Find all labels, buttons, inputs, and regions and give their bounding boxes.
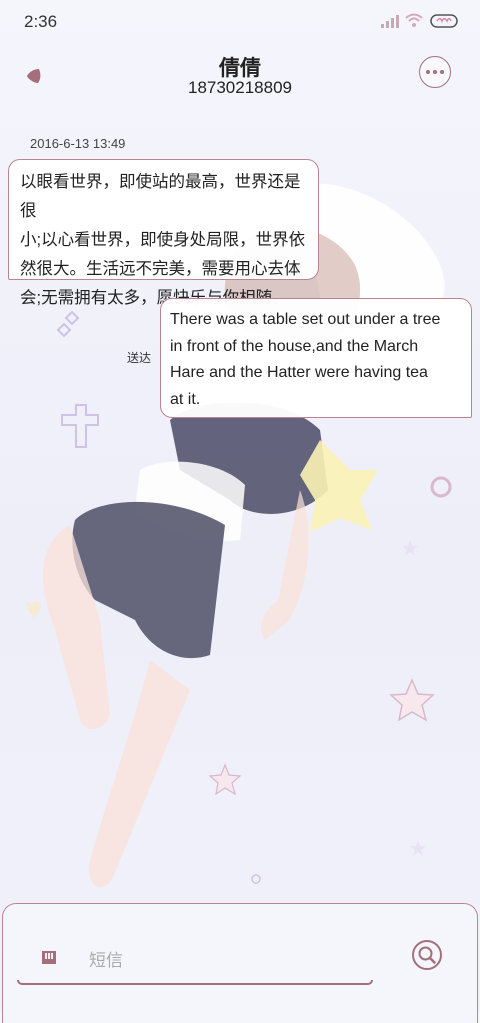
send-icon[interactable] xyxy=(411,939,443,971)
background-illustration xyxy=(26,183,452,888)
message-timestamp: 2016-6-13 13:49 xyxy=(30,136,126,151)
status-bar: 2:36 xyxy=(0,0,480,44)
battery-icon xyxy=(430,14,458,28)
outgoing-message-bubble[interactable]: There was a table set out under a tree i… xyxy=(160,298,472,418)
wifi-icon xyxy=(405,13,423,27)
signal-icon xyxy=(381,15,399,28)
status-time: 2:36 xyxy=(24,12,58,31)
more-options-button[interactable] xyxy=(419,56,451,88)
message-line: 小;以心看世界，即使身处局限，世界依 xyxy=(20,231,306,249)
conversation-header: 倩倩 18730218809 xyxy=(0,44,480,114)
message-line: 然很大。生活远不完美，需要用心去体 xyxy=(20,260,301,278)
message-line: Hare and the Hatter were having tea xyxy=(170,364,428,381)
incoming-message-bubble[interactable]: 以眼看世界，即使站的最高，世界还是很 小;以心看世界，即使身处局限，世界依 然很… xyxy=(8,159,319,307)
message-line: There was a table set out under a tree xyxy=(170,311,441,328)
message-line: in front of the house,and the March xyxy=(170,337,419,355)
message-composer xyxy=(2,903,478,1023)
attach-icon[interactable] xyxy=(41,950,57,966)
more-icon-dot xyxy=(426,70,430,74)
more-icon-dot xyxy=(433,70,437,74)
more-icon-dot xyxy=(440,70,444,74)
status-icons xyxy=(380,12,460,30)
message-line: 以眼看世界，即使站的最高，世界还是很 xyxy=(20,173,301,220)
delivery-status: 送达 xyxy=(127,351,152,365)
message-line: at it. xyxy=(170,390,201,408)
contact-number: 18730218809 xyxy=(187,78,292,97)
input-underline xyxy=(17,980,373,985)
message-input[interactable] xyxy=(87,944,391,978)
